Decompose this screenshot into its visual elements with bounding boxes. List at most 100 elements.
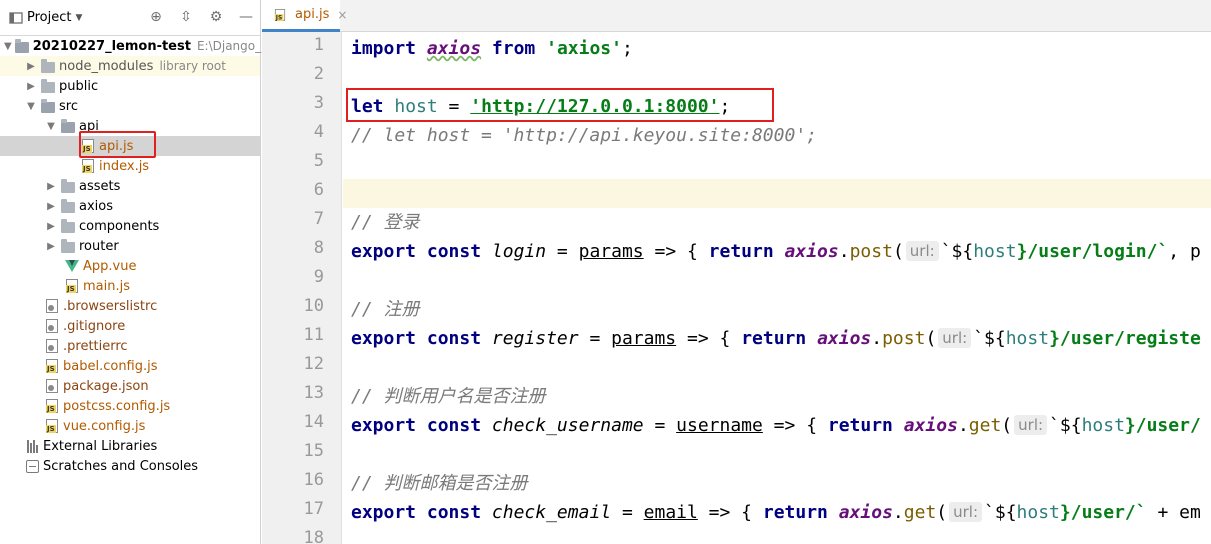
close-icon[interactable]: × — [337, 8, 347, 22]
code-line-1[interactable]: import axios from 'axios'; — [351, 34, 633, 63]
js-file-icon — [44, 398, 60, 414]
chevron-right-icon[interactable]: ▶ — [24, 76, 38, 96]
tree-item-browserslistrc[interactable]: .browserslistrc — [0, 296, 260, 316]
template-punct: `${ — [984, 502, 1017, 523]
method-name: post — [882, 328, 926, 349]
code-line-14[interactable]: export const check_username = username =… — [351, 411, 1201, 440]
identifier: axios — [838, 502, 893, 523]
tree-item-vue-config[interactable]: vue.config.js — [0, 416, 260, 436]
code-line-4[interactable]: // let host = 'http://api.keyou.site:800… — [351, 121, 817, 150]
tree-item-annotation: library root — [159, 59, 226, 73]
tree-item-prettierrc[interactable]: .prettierrc — [0, 336, 260, 356]
keyword: return — [827, 415, 893, 436]
keyword: import — [351, 38, 417, 59]
code-line-13[interactable]: // 判断用户名是否注册 — [351, 382, 546, 411]
tree-item-label: vue.config.js — [63, 418, 146, 434]
code-line-10[interactable]: // 注册 — [351, 295, 420, 324]
code-editor: api.js × 1 2 3 4 5 6 7 8 9 10 11 12 13 1… — [262, 0, 1211, 544]
tree-item-label: index.js — [99, 158, 150, 174]
folder-icon — [40, 78, 56, 94]
tree-item-postcss-config[interactable]: postcss.config.js — [0, 396, 260, 416]
keyword: const — [426, 241, 482, 262]
code-line-7[interactable]: // 登录 — [351, 208, 420, 237]
template-punct: `${ — [1049, 415, 1082, 436]
code-line-17[interactable]: export const check_email = email => { re… — [351, 498, 1201, 527]
collapse-all-icon[interactable]: ⇳ — [178, 9, 194, 25]
method-name: post — [849, 241, 893, 262]
tree-item-axios[interactable]: ▶ axios — [0, 196, 260, 216]
chevron-down-icon[interactable]: ▼ — [24, 96, 38, 116]
line-number: 7 — [313, 209, 324, 229]
config-file-icon — [44, 318, 60, 334]
chevron-right-icon[interactable]: ▶ — [44, 196, 58, 216]
tree-item-label: .gitignore — [63, 318, 126, 334]
js-file-icon — [44, 418, 60, 434]
operator: = — [611, 502, 644, 523]
code-line-11[interactable]: export const register = params => { retu… — [351, 324, 1201, 353]
tree-item-package-json[interactable]: package.json — [0, 376, 260, 396]
chevron-right-icon[interactable]: ▶ — [44, 176, 58, 196]
tree-item-label: axios — [79, 198, 113, 214]
identifier: host — [1016, 502, 1060, 523]
tree-item-label: src — [59, 98, 78, 114]
locate-file-icon[interactable]: ⊕ — [148, 9, 164, 25]
keyword: const — [426, 502, 482, 523]
tree-item-scratches[interactable]: Scratches and Consoles — [0, 456, 260, 476]
gear-icon[interactable]: ⚙ — [208, 9, 224, 25]
tree-item-src[interactable]: ▼ src — [0, 96, 260, 116]
current-line-highlight — [343, 179, 1211, 208]
tree-item-label: 20210227_lemon-test — [32, 38, 191, 54]
project-view-selector[interactable]: Project ▼ — [27, 10, 82, 25]
project-view-label: Project — [27, 10, 72, 25]
tree-item-node-modules[interactable]: ▶ node_modules library root — [0, 56, 260, 76]
tree-item-router[interactable]: ▶ router — [0, 236, 260, 256]
chevron-right-icon[interactable]: ▶ — [44, 236, 58, 256]
keyword: return — [708, 241, 774, 262]
hide-panel-icon[interactable]: — — [238, 9, 254, 25]
chevron-down-icon[interactable]: ▼ — [44, 116, 58, 136]
line-number: 1 — [313, 35, 324, 55]
tree-item-components[interactable]: ▶ components — [0, 216, 260, 236]
tree-item-external-libraries[interactable]: External Libraries — [0, 436, 260, 456]
chevron-right-icon[interactable]: ▶ — [44, 216, 58, 236]
tree-item-gitignore[interactable]: .gitignore — [0, 316, 260, 336]
tree-item-main-js[interactable]: main.js — [0, 276, 260, 296]
parameter: params — [611, 328, 677, 349]
tab-api-js[interactable]: api.js × — [262, 0, 347, 32]
line-number: 18 — [303, 528, 324, 544]
operator: => { — [676, 328, 742, 349]
line-number: 14 — [303, 412, 324, 432]
template-string: }/user/ — [1124, 415, 1201, 436]
scratch-icon — [24, 458, 40, 474]
parameter-hint: url: — [1014, 415, 1048, 435]
keyword: export — [351, 328, 417, 349]
tree-item-label: postcss.config.js — [63, 398, 171, 414]
parameter-hint: url: — [949, 502, 983, 522]
tree-item-babel-config[interactable]: babel.config.js — [0, 356, 260, 376]
keyword: return — [741, 328, 807, 349]
identifier: register — [491, 328, 579, 349]
string-literal: 'axios' — [546, 38, 622, 59]
keyword: export — [351, 502, 417, 523]
line-number: 8 — [313, 238, 324, 258]
tree-item-assets[interactable]: ▶ assets — [0, 176, 260, 196]
keyword: export — [351, 241, 417, 262]
code-line-16[interactable]: // 判断邮箱是否注册 — [351, 469, 528, 498]
identifier: axios — [784, 241, 839, 262]
tree-item-project-root[interactable]: ▼ 20210227_lemon-test E:\Django_pro — [0, 36, 281, 56]
keyword: export — [351, 415, 417, 436]
line-number: 12 — [303, 354, 324, 374]
code-line-8[interactable]: export const login = params => { return … — [351, 237, 1201, 266]
tree-item-app-vue[interactable]: App.vue — [0, 256, 260, 276]
tree-item-label: assets — [79, 178, 121, 194]
tree-item-public[interactable]: ▶ public — [0, 76, 260, 96]
line-number: 4 — [313, 122, 324, 142]
parameter: params — [578, 241, 644, 262]
parameter: username — [676, 415, 763, 436]
config-file-icon — [44, 298, 60, 314]
chevron-down-icon[interactable]: ▼ — [4, 36, 12, 56]
js-file-icon — [80, 158, 96, 174]
annotation-highlight-box — [346, 88, 774, 122]
chevron-right-icon[interactable]: ▶ — [24, 56, 38, 76]
tree-item-index-js[interactable]: index.js — [0, 156, 260, 176]
